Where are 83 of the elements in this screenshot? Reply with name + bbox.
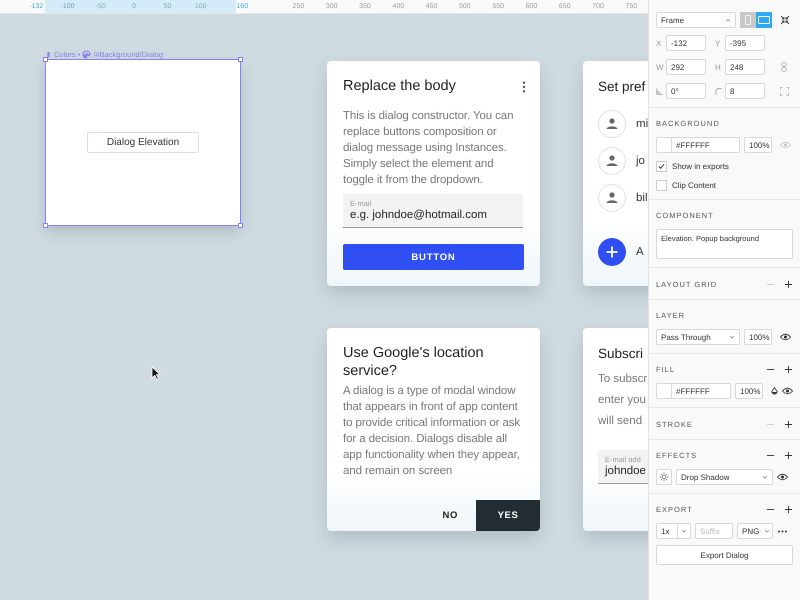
check-icon	[658, 163, 665, 170]
dialog-button[interactable]: YES	[476, 500, 540, 531]
dialog-title: Use Google's location service?	[343, 344, 485, 380]
color-field[interactable]: #FFFFFF	[656, 137, 740, 153]
opacity-field[interactable]: 100%	[744, 329, 772, 345]
field-label: X	[656, 38, 662, 48]
person-icon	[598, 147, 626, 175]
more-icon[interactable]	[777, 530, 788, 532]
screen-landscape-icon	[758, 15, 770, 25]
palette-icon	[82, 50, 92, 59]
checkbox[interactable]	[656, 161, 667, 172]
number-field[interactable]: 8	[725, 83, 765, 99]
dropdown[interactable]: Pass Through	[656, 329, 740, 345]
portrait-toggle[interactable]	[740, 12, 756, 28]
dialog-message-line: will send	[598, 414, 644, 429]
effect-settings-button[interactable]	[656, 469, 672, 485]
add-icon[interactable]	[784, 420, 793, 428]
field-label: Y	[715, 38, 722, 48]
cursor-icon	[151, 366, 161, 380]
chevron-down-icon	[762, 474, 768, 480]
chevron-down-icon	[729, 334, 735, 340]
dialog-title: Replace the body	[343, 77, 456, 96]
chevron-down-icon	[764, 528, 770, 534]
checkbox-label: Show in exports	[672, 162, 729, 171]
scale-dropdown[interactable]: 1x	[656, 523, 691, 539]
more-vertical-icon[interactable]	[522, 81, 526, 93]
add-icon[interactable]	[784, 280, 793, 288]
corner-radius-icon	[715, 88, 722, 94]
eye-icon[interactable]	[777, 473, 788, 481]
person-icon	[598, 184, 626, 212]
opacity-field[interactable]: 100%	[735, 383, 763, 399]
add-icon[interactable]	[784, 450, 793, 460]
dialog-frame[interactable]: Dialog Elevation	[46, 60, 240, 225]
dialog-title: Subscri	[598, 345, 644, 363]
checkbox[interactable]	[656, 180, 667, 191]
angle-icon	[656, 88, 663, 94]
list-item-label[interactable]: mi	[636, 118, 648, 130]
dialog-message-line: To subscr	[598, 372, 648, 387]
dialog-button[interactable]: BUTTON	[343, 244, 524, 270]
dialog-button[interactable]: NO	[424, 500, 476, 531]
color-field[interactable]: #FFFFFF	[656, 383, 731, 399]
number-field[interactable]: 292	[666, 59, 706, 75]
suffix-field[interactable]: Suffix	[695, 523, 733, 539]
eye-icon[interactable]	[782, 387, 793, 395]
list-item-label[interactable]: bil	[636, 192, 648, 204]
add-icon[interactable]	[784, 364, 793, 374]
number-field[interactable]: -132	[666, 35, 706, 51]
phone-portrait-icon	[742, 15, 754, 25]
collapse-icon[interactable]	[780, 15, 790, 25]
droplet-icon[interactable]	[771, 386, 778, 396]
number-field[interactable]: 0°	[666, 83, 706, 99]
dialog-message: This is dialog constructor. You can replace buttons composition or dialog message using Instances. Simply select the element and toggle it from the dropdown.	[343, 109, 514, 188]
add-icon[interactable]	[598, 238, 626, 266]
color-swatch[interactable]	[657, 138, 672, 152]
field-label: W	[656, 62, 665, 72]
field-label: H	[715, 62, 722, 72]
person-icon	[598, 110, 626, 138]
list-item-label[interactable]: jo	[636, 155, 645, 167]
resize-handle[interactable]	[43, 223, 48, 228]
dropdown[interactable]: Drop Shadow	[676, 469, 773, 485]
resize-handle[interactable]	[238, 57, 243, 62]
dropdown[interactable]: Frame	[656, 12, 736, 28]
dialog-title: Set pref	[598, 78, 646, 96]
list-item-label[interactable]: A	[636, 246, 644, 258]
landscape-toggle[interactable]	[756, 12, 772, 28]
resize-handle[interactable]	[43, 57, 48, 62]
dialog-elevation-label: Dialog Elevation	[87, 132, 199, 153]
sun-icon	[659, 472, 669, 482]
number-field[interactable]: 248	[725, 59, 765, 75]
number-field[interactable]: -395	[725, 35, 765, 51]
color-swatch[interactable]	[657, 384, 672, 398]
opacity-field[interactable]: 100%	[744, 137, 772, 153]
resize-handle[interactable]	[238, 223, 243, 228]
dropdown[interactable]: PNG	[737, 523, 773, 539]
checkbox-label: Clip Content	[672, 181, 716, 190]
dialog-message: A dialog is a type of modal window that appears in front of app content to provide critical information or ask for a decision. Dialogs disable all app functionality when they appear, and remain on screen	[343, 384, 521, 479]
chevron-down-icon	[681, 528, 687, 534]
dialog-message-line: enter you	[598, 393, 647, 408]
component-icon	[45, 51, 52, 58]
chevron-down-icon	[725, 17, 731, 23]
export-button[interactable]: Export Dialog	[656, 545, 793, 565]
eye-icon[interactable]	[780, 333, 791, 341]
add-icon[interactable]	[784, 504, 793, 514]
